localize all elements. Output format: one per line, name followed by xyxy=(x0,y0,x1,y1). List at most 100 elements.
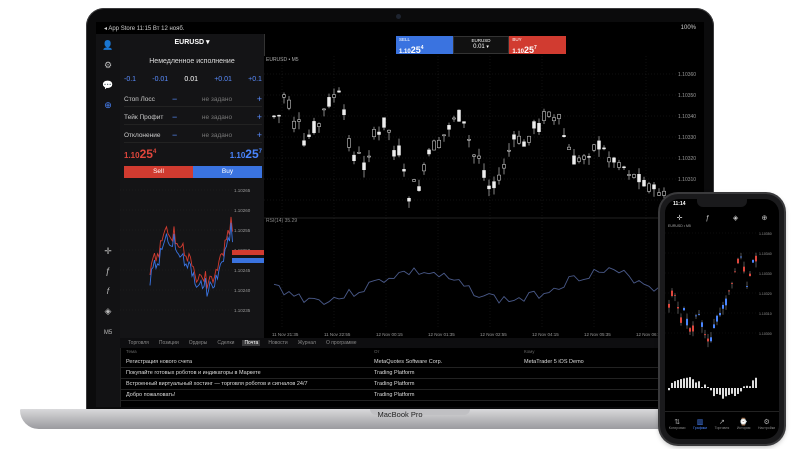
function-icon[interactable]: 𝑓 xyxy=(101,284,115,298)
new-order-icon[interactable]: ⊕ xyxy=(761,214,767,222)
tab-orders[interactable]: Ордеры xyxy=(187,340,210,346)
ask-main: 25 xyxy=(245,147,259,161)
mail-row[interactable]: Добро пожаловать! Trading Platform xyxy=(120,390,704,401)
candle-body xyxy=(701,322,703,327)
candle-body xyxy=(743,266,745,272)
timeframe-icon[interactable]: M5 xyxy=(101,326,115,340)
mail-row[interactable]: Регистрация нового счета MetaQuotes Soft… xyxy=(120,357,704,368)
volume-plus-small-button[interactable]: +0.01 xyxy=(214,76,232,83)
candle-body xyxy=(407,197,411,202)
tab-charts[interactable]: ▥ Графики xyxy=(693,418,707,430)
stop-loss-plus-button[interactable]: + xyxy=(252,94,262,104)
candle-body xyxy=(552,117,556,122)
candle-body xyxy=(492,181,496,189)
histogram-bar xyxy=(731,388,733,394)
histogram-bar xyxy=(707,387,709,388)
volume-plus-big-button[interactable]: +0.1 xyxy=(248,76,262,83)
candle-body xyxy=(512,134,516,140)
indicators-icon[interactable]: ƒ xyxy=(706,215,710,222)
indicators-icon[interactable]: ƒ xyxy=(101,264,115,278)
price-tick-label: 1.10320 xyxy=(678,156,696,162)
phone-chart[interactable]: 1.10350 1.10340 1.10330 1.10320 1.10310 1.103… xyxy=(665,223,779,411)
deviation-value[interactable]: не задано xyxy=(182,132,252,139)
histogram-bar xyxy=(722,388,724,399)
deviation-minus-button[interactable]: − xyxy=(172,130,182,140)
crosshair-icon[interactable]: ✛ xyxy=(101,244,115,258)
tab-trade[interactable]: ↗ Торговля xyxy=(715,418,730,430)
bid-sup: 4 xyxy=(152,149,157,155)
tab-history-label: История xyxy=(736,426,751,430)
mail-from: Trading Platform xyxy=(374,370,415,376)
candle-body xyxy=(342,109,346,116)
candle-body xyxy=(297,119,301,122)
stop-loss-row: Стоп Лосс − не задано + xyxy=(124,92,262,107)
settings-icon[interactable]: ⚙ xyxy=(101,58,115,72)
chat-icon[interactable]: 💬 xyxy=(101,78,115,92)
tab-journal[interactable]: Журнал xyxy=(296,340,318,346)
phone-chart-grid xyxy=(665,232,757,334)
mail-from: Trading Platform xyxy=(374,392,415,398)
candle-body xyxy=(725,298,727,306)
stop-loss-minus-button[interactable]: − xyxy=(172,94,182,104)
candle-body xyxy=(755,255,757,262)
objects-icon[interactable]: ◈ xyxy=(733,214,738,222)
candle-body xyxy=(722,304,724,309)
candle-body xyxy=(637,174,641,183)
histogram-bar xyxy=(686,377,688,388)
toolbar-buy-button[interactable]: BUY 1.10257 xyxy=(509,36,566,55)
symbol-selector[interactable]: EURUSD ▾ xyxy=(120,36,264,50)
candle-body xyxy=(272,115,276,118)
tab-deals[interactable]: Сделки xyxy=(215,340,236,346)
objects-icon[interactable]: ◈ xyxy=(101,304,115,318)
tab-positions[interactable]: Позиции xyxy=(157,340,181,346)
histogram-bar xyxy=(698,381,700,388)
histogram-bar xyxy=(692,379,694,388)
candle-body xyxy=(327,97,331,107)
tab-trade[interactable]: Торговля xyxy=(126,340,151,346)
deviation-plus-button[interactable]: + xyxy=(252,130,262,140)
candle-body xyxy=(602,147,606,150)
mail-row[interactable]: Встроенный виртуальный хостинг — торговл… xyxy=(120,379,704,390)
new-order-icon[interactable]: ⊕ xyxy=(101,98,115,112)
take-profit-value[interactable]: не задано xyxy=(182,114,252,121)
candle-body xyxy=(617,162,621,168)
toolbar-volume[interactable]: EURUSD 0.01 ▾ xyxy=(452,36,510,54)
one-click-toolbar: SELL 1.10254 EURUSD 0.01 ▾ BUY 1.10257 xyxy=(396,36,566,55)
tab-mail[interactable]: Почта xyxy=(242,340,261,346)
tab-history[interactable]: ⌚ История xyxy=(737,418,751,430)
crosshair-icon[interactable]: ✛ xyxy=(677,214,683,222)
price-tick-label: 1.10340 xyxy=(678,114,696,120)
volume-minus-small-button[interactable]: -0.01 xyxy=(152,76,168,83)
tab-settings[interactable]: ⚙ Настройки xyxy=(758,418,775,430)
candle-body xyxy=(397,145,401,156)
mail-subject: Встроенный виртуальный хостинг — торговл… xyxy=(126,381,308,387)
candle-body xyxy=(387,129,391,133)
buy-button[interactable]: Buy xyxy=(193,166,262,178)
price-tick-label: 1.10360 xyxy=(678,72,696,78)
candle-body xyxy=(647,183,651,192)
volume-minus-big-button[interactable]: -0.1 xyxy=(124,76,136,83)
toolbar-sell-price: 1.10254 xyxy=(399,45,423,55)
histogram-bar xyxy=(695,382,697,388)
main-chart[interactable]: 1.10360 1.10350 1.10340 1.10330 1.10320 1.103… xyxy=(264,56,704,338)
histogram-bar xyxy=(680,379,682,388)
ask-sup: 7 xyxy=(258,149,262,155)
tab-quotes[interactable]: ⇅ Котировки xyxy=(669,418,686,430)
bid-tick-line xyxy=(149,216,233,289)
tab-news[interactable]: Новости xyxy=(266,340,289,346)
mail-row[interactable]: Покупайте готовых роботов и индикаторы в… xyxy=(120,368,704,379)
account-icon[interactable]: 👤 xyxy=(101,38,115,52)
candle-body xyxy=(597,140,601,150)
take-profit-minus-button[interactable]: − xyxy=(172,112,182,122)
sell-button[interactable]: Sell xyxy=(124,166,193,178)
toolbar-sell-button[interactable]: SELL 1.10254 xyxy=(396,36,453,55)
stop-loss-value[interactable]: не задано xyxy=(182,96,252,103)
candle-body xyxy=(562,135,566,137)
phone-tick-label: 1.10340 xyxy=(759,252,772,256)
volume-value[interactable]: 0.01 xyxy=(184,76,198,83)
mail-subject: Регистрация нового счета xyxy=(126,359,193,365)
bid-marker xyxy=(232,250,264,255)
tick-chart[interactable]: 1.102651.102601.102551.102501.102451.102… xyxy=(120,182,264,338)
take-profit-plus-button[interactable]: + xyxy=(252,112,262,122)
tab-about[interactable]: О программе xyxy=(324,340,359,346)
